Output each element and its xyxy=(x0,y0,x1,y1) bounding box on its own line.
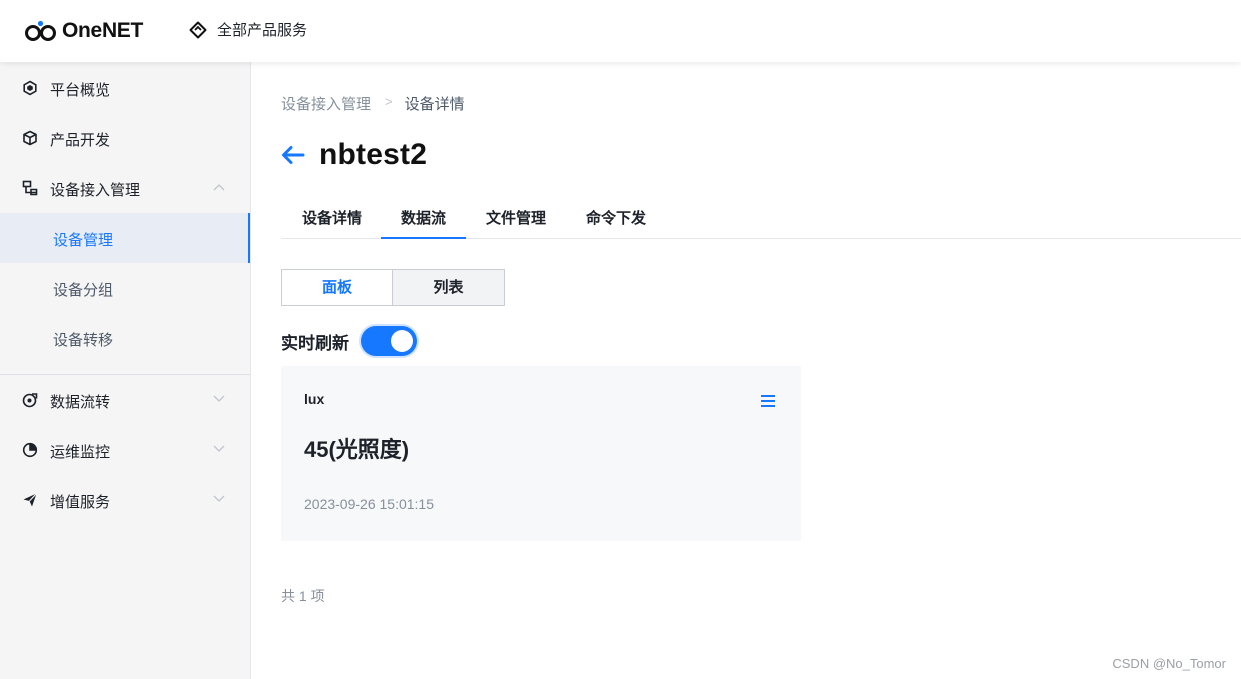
list-view-button[interactable]: 列表 xyxy=(393,269,505,306)
sidebar-item-label: 运维监控 xyxy=(50,444,111,461)
sidebar-item-data-flow[interactable]: 数据流转 xyxy=(0,375,250,425)
view-toggle: 面板 列表 xyxy=(281,269,506,306)
realtime-refresh-toggle[interactable] xyxy=(361,326,417,356)
breadcrumb-current: 设备详情 xyxy=(404,96,465,113)
sidebar-item-value-added[interactable]: 增值服务 xyxy=(0,475,250,525)
sidebar-item-label: 增值服务 xyxy=(50,494,111,511)
breadcrumb-parent-link[interactable]: 设备接入管理 xyxy=(281,93,371,114)
hexagon-icon xyxy=(23,80,37,96)
device-access-icon xyxy=(22,180,38,196)
send-icon xyxy=(23,493,37,507)
sidebar-subitem-label: 设备管理 xyxy=(53,232,114,249)
top-bar: OneNET 全部产品服务 xyxy=(0,0,1241,62)
onenet-logo-icon xyxy=(25,20,56,41)
sidebar-item-ops-monitor[interactable]: 运维监控 xyxy=(0,425,250,475)
chevron-down-icon xyxy=(213,445,225,452)
sidebar-subitem-device-group[interactable]: 设备分组 xyxy=(0,263,250,313)
all-products-button[interactable]: 全部产品服务 xyxy=(189,19,307,40)
main-content: 设备接入管理 > 设备详情 nbtest2 设备详情 数据流 文件管理 命令下发… xyxy=(251,62,1241,679)
realtime-refresh-row: 实时刷新 xyxy=(281,326,417,356)
cube-icon xyxy=(23,130,37,146)
chevron-down-icon xyxy=(213,495,225,502)
menu-icon[interactable] xyxy=(761,395,775,407)
sidebar-item-label: 平台概览 xyxy=(50,82,111,99)
breadcrumb: 设备接入管理 > 设备详情 xyxy=(281,93,465,114)
sidebar-item-label: 设备接入管理 xyxy=(50,182,141,199)
data-flow-icon xyxy=(22,393,38,408)
sidebar-subitem-label: 设备分组 xyxy=(53,282,114,299)
sidebar-subitem-device-management[interactable]: 设备管理 xyxy=(0,213,250,263)
realtime-refresh-label: 实时刷新 xyxy=(281,333,349,353)
datastream-timestamp: 2023-09-26 15:01:15 xyxy=(304,496,434,512)
sidebar-item-label: 产品开发 xyxy=(50,132,111,149)
chevron-up-icon xyxy=(213,184,225,191)
all-products-label: 全部产品服务 xyxy=(217,22,308,39)
page-title: nbtest2 xyxy=(319,138,428,171)
logo-text: OneNET xyxy=(62,19,144,42)
breadcrumb-separator: > xyxy=(385,94,393,109)
watermark: CSDN @No_Tomor xyxy=(1112,656,1226,671)
title-row: nbtest2 xyxy=(281,138,427,172)
diamond-icon xyxy=(189,21,207,38)
tab-command-dispatch[interactable]: 命令下发 xyxy=(574,201,658,239)
sidebar: 平台概览 产品开发 设备接入管理 设备管理 设备分组 设备转移 数据流转 运维监… xyxy=(0,62,251,679)
onenet-logo[interactable]: OneNET xyxy=(24,17,143,45)
sidebar-item-product-dev[interactable]: 产品开发 xyxy=(0,113,250,163)
total-count: 共 1 项 xyxy=(281,588,325,604)
sidebar-item-device-access[interactable]: 设备接入管理 xyxy=(0,163,250,213)
tab-device-details[interactable]: 设备详情 xyxy=(291,201,373,239)
datastream-value: 45(光照度) xyxy=(304,437,410,462)
datastream-name: lux xyxy=(304,391,325,407)
tab-file-management[interactable]: 文件管理 xyxy=(474,201,558,239)
sidebar-item-platform-overview[interactable]: 平台概览 xyxy=(0,63,250,113)
toggle-knob xyxy=(391,330,413,352)
pie-chart-icon xyxy=(22,442,38,458)
sidebar-item-label: 数据流转 xyxy=(50,394,111,411)
datastream-card: lux 45(光照度) 2023-09-26 15:01:15 xyxy=(281,366,801,541)
chevron-down-icon xyxy=(213,395,225,402)
sidebar-subitem-label: 设备转移 xyxy=(53,332,114,349)
back-arrow-icon[interactable] xyxy=(281,145,305,165)
tab-bar: 设备详情 数据流 文件管理 命令下发 xyxy=(281,201,1241,239)
panel-view-button[interactable]: 面板 xyxy=(281,269,393,306)
tab-datastream[interactable]: 数据流 xyxy=(381,201,466,239)
sidebar-subitem-device-transfer[interactable]: 设备转移 xyxy=(0,313,250,363)
